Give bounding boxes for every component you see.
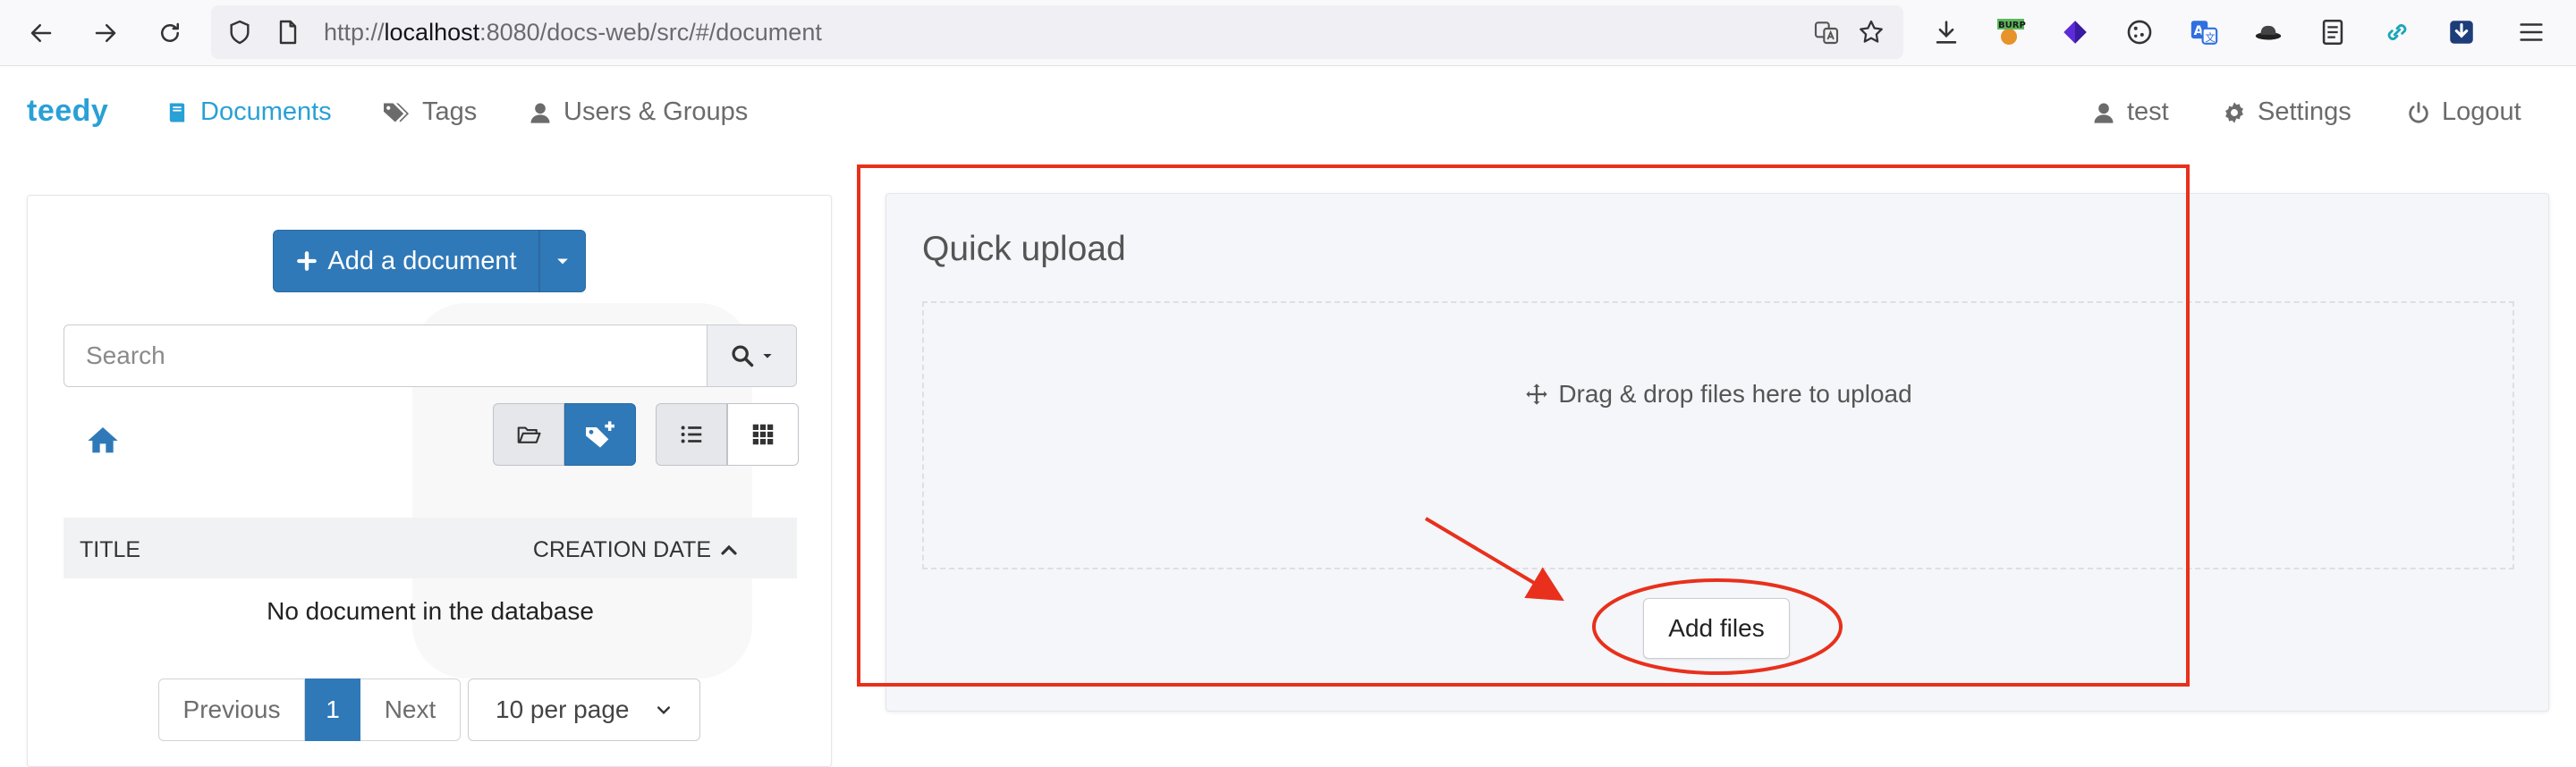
- reader-button[interactable]: [2315, 14, 2351, 50]
- burp-icon: BURP: [1997, 19, 2026, 45]
- layout-toggle: [656, 403, 799, 466]
- translate-icon[interactable]: [1812, 18, 1841, 46]
- user-icon: [530, 103, 550, 123]
- address-bar[interactable]: http://localhost:8080/docs-web/src/#/doc…: [211, 5, 1903, 59]
- browser-toolbar: http://localhost:8080/docs-web/src/#/doc…: [0, 0, 2576, 66]
- nav-user-label: test: [2127, 97, 2169, 126]
- tag-plus-icon: [586, 421, 614, 448]
- quick-upload-title: Quick upload: [922, 230, 1126, 268]
- search-icon: [732, 345, 753, 367]
- svg-text:BURP: BURP: [1998, 21, 2026, 30]
- burp-extension-button[interactable]: BURP: [1993, 14, 2029, 50]
- arrow-left-icon: [30, 24, 52, 42]
- documents-sidebar: Add a document TITLE CREATION DATE: [27, 195, 832, 767]
- url-text[interactable]: http://localhost:8080/docs-web/src/#/doc…: [324, 19, 822, 46]
- power-icon: [2409, 101, 2428, 123]
- pagination-next[interactable]: Next: [360, 678, 461, 741]
- add-document-button[interactable]: Add a document: [273, 230, 539, 292]
- nav-logout[interactable]: Logout: [2406, 97, 2521, 127]
- diamond-icon: [2063, 21, 2087, 44]
- chevron-up-icon: [721, 544, 737, 555]
- add-files-button[interactable]: Add files: [1643, 598, 1790, 659]
- shield-icon[interactable]: [225, 18, 254, 46]
- list-icon: [681, 426, 702, 443]
- tag-view-button[interactable]: [564, 403, 636, 466]
- svg-text:文: 文: [2205, 31, 2215, 44]
- column-creation-date-label: CREATION DATE: [532, 537, 711, 562]
- view-mode-toggle: [493, 403, 636, 466]
- document-list-icon: [2322, 19, 2343, 46]
- reload-icon: [161, 22, 179, 42]
- plus-icon: [297, 251, 318, 271]
- pagination: Previous 1 Next: [158, 678, 461, 741]
- grid-icon: [752, 424, 774, 445]
- folder-view-button[interactable]: [493, 403, 564, 466]
- column-title[interactable]: TITLE: [80, 537, 140, 563]
- download-box-icon: [2450, 21, 2473, 44]
- page-icon[interactable]: [274, 18, 302, 46]
- pagination-previous[interactable]: Previous: [158, 678, 305, 741]
- search-group: [64, 324, 797, 387]
- pagination-page-current[interactable]: 1: [305, 678, 360, 741]
- list-layout-button[interactable]: [656, 403, 727, 466]
- arrow-right-icon: [95, 24, 116, 42]
- user-icon: [2094, 103, 2114, 123]
- brand-logo[interactable]: teedy: [27, 94, 108, 129]
- app-navbar: teedy Documents Tags Users & Groups test…: [0, 67, 2576, 160]
- forward-button[interactable]: [84, 12, 127, 55]
- cookie-extension-button[interactable]: [2122, 14, 2157, 50]
- nav-settings-label: Settings: [2258, 97, 2351, 126]
- back-button[interactable]: [20, 12, 63, 55]
- empty-table-message: No document in the database: [267, 597, 594, 625]
- nav-documents[interactable]: Documents: [165, 97, 332, 127]
- nav-logout-label: Logout: [2442, 97, 2521, 126]
- per-page-value: 10 per page: [496, 695, 630, 723]
- documents-table-header: TITLE CREATION DATE: [64, 518, 797, 578]
- search-input[interactable]: [64, 324, 708, 387]
- layers-extension-button[interactable]: [2057, 14, 2093, 50]
- column-creation-date[interactable]: CREATION DATE: [533, 537, 740, 563]
- gear-icon: [2225, 101, 2243, 123]
- book-icon: [169, 103, 185, 122]
- nav-tags-label: Tags: [422, 97, 478, 126]
- caret-down-icon: [762, 354, 772, 358]
- search-options-button[interactable]: [708, 324, 797, 387]
- download-manager-button[interactable]: [2444, 14, 2479, 50]
- hamburger-menu-icon: [2520, 23, 2543, 41]
- link-icon: [2387, 24, 2407, 40]
- downloads-button[interactable]: [1928, 14, 1964, 50]
- quick-upload-panel: Quick upload Drag & drop files here to u…: [886, 193, 2549, 712]
- translate-app-icon: A文: [2190, 21, 2218, 45]
- folder-open-icon: [517, 426, 541, 443]
- chevron-down-icon: [657, 706, 670, 714]
- grid-layout-button[interactable]: [727, 403, 799, 466]
- nav-settings[interactable]: Settings: [2222, 97, 2351, 127]
- tags-icon: [384, 103, 409, 122]
- menu-button[interactable]: [2513, 14, 2549, 50]
- caret-down-icon: [557, 258, 568, 265]
- nav-tags[interactable]: Tags: [381, 97, 477, 127]
- download-icon: [1936, 21, 1957, 44]
- nav-users-groups-label: Users & Groups: [564, 97, 749, 126]
- hat-icon: [2255, 25, 2282, 40]
- cookie-icon: [2127, 20, 2152, 45]
- move-arrows-icon: [1526, 384, 1547, 405]
- translator-extension-button[interactable]: A文: [2186, 14, 2222, 50]
- add-document-dropdown-toggle[interactable]: [539, 230, 586, 292]
- nav-users-groups[interactable]: Users & Groups: [528, 97, 748, 127]
- dropzone-hint-label: Drag & drop files here to upload: [1558, 380, 1912, 408]
- add-document-split-button: Add a document: [273, 230, 586, 292]
- star-icon[interactable]: [1857, 18, 1885, 46]
- per-page-select[interactable]: 10 per page: [468, 678, 700, 741]
- home-icon[interactable]: [85, 423, 121, 459]
- link-extension-button[interactable]: [2379, 14, 2415, 50]
- hat-extension-button[interactable]: [2250, 14, 2286, 50]
- add-document-label: Add a document: [327, 246, 517, 275]
- reload-button[interactable]: [148, 12, 191, 55]
- dropzone-hint: Drag & drop files here to upload: [924, 380, 2512, 409]
- nav-user-profile[interactable]: test: [2091, 97, 2169, 127]
- nav-documents-label: Documents: [200, 97, 332, 126]
- dropzone[interactable]: Drag & drop files here to upload: [922, 301, 2514, 569]
